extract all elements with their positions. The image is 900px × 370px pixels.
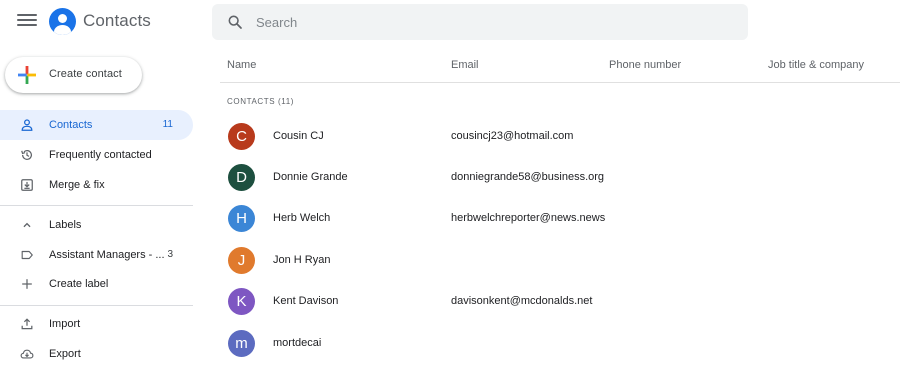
sidebar-item-create-label[interactable]: Create label — [0, 269, 193, 299]
create-contact-button[interactable]: Create contact — [5, 57, 142, 93]
sidebar-item-label: Create label — [49, 278, 109, 290]
table-row[interactable]: m mortdecai — [220, 323, 900, 364]
contact-email: cousincj23@hotmail.com — [451, 130, 574, 142]
avatar: K — [228, 288, 255, 315]
contact-name: Cousin CJ — [273, 130, 324, 142]
table-row[interactable]: H Herb Welch herbwelchreporter@news.news — [220, 198, 900, 239]
contact-email: davisonkent@mcdonalds.net — [451, 295, 593, 307]
table-row[interactable]: J Jon H Ryan — [220, 240, 900, 281]
contact-name: Herb Welch — [273, 212, 331, 224]
sidebar-item-label: Import — [49, 318, 81, 330]
sidebar-item-label: Assistant Managers - ... — [49, 249, 165, 261]
avatar: J — [228, 247, 255, 274]
sidebar-divider — [0, 205, 193, 206]
table-row[interactable]: D Donnie Grande donniegrande58@business.… — [220, 157, 900, 198]
upload-icon — [21, 318, 33, 330]
sidebar-item-label: Labels — [49, 219, 82, 231]
contact-email: herbwelchreporter@news.news — [451, 212, 606, 224]
table-row[interactable]: C Cousin CJ cousincj23@hotmail.com — [220, 116, 900, 157]
avatar: m — [228, 330, 255, 357]
cloud-download-icon — [20, 349, 34, 359]
column-header-phone[interactable]: Phone number — [609, 59, 681, 71]
section-label: CONTACTS (11) — [227, 97, 295, 106]
sidebar-item-labels[interactable]: Labels — [0, 210, 193, 240]
label-count: 3 — [167, 249, 173, 260]
search-icon — [228, 15, 242, 29]
sidebar-item-import[interactable]: Import — [0, 309, 193, 339]
avatar: D — [228, 164, 255, 191]
column-header-job[interactable]: Job title & company — [768, 59, 864, 71]
avatar: C — [228, 123, 255, 150]
merge-fix-icon — [21, 179, 33, 191]
search-input[interactable] — [256, 4, 736, 40]
app-title: Contacts — [83, 11, 151, 30]
label-icon — [21, 250, 33, 260]
contact-name: Donnie Grande — [273, 171, 348, 183]
sidebar-item-frequently-contacted[interactable]: Frequently contacted — [0, 140, 193, 170]
person-icon — [21, 119, 33, 131]
column-header-name[interactable]: Name — [227, 59, 256, 71]
sidebar-item-assistant-managers[interactable]: Assistant Managers - ... 3 — [0, 240, 193, 270]
sidebar-item-merge-fix[interactable]: Merge & fix — [0, 170, 193, 200]
contact-name: Jon H Ryan — [273, 254, 331, 266]
sidebar-item-label: Export — [49, 348, 81, 360]
plus-icon — [18, 66, 36, 84]
chevron-up-icon — [23, 222, 31, 228]
sidebar-item-label: Merge & fix — [49, 179, 105, 191]
sidebar-item-label: Frequently contacted — [49, 149, 152, 161]
contact-email: donniegrande58@business.org — [451, 171, 605, 183]
contacts-count: 11 — [162, 119, 173, 130]
history-icon — [21, 149, 32, 160]
sidebar-item-export[interactable]: Export — [0, 339, 193, 369]
plus-icon — [22, 279, 32, 289]
header-divider — [220, 82, 900, 83]
column-header-email[interactable]: Email — [451, 59, 479, 71]
avatar: H — [228, 205, 255, 232]
search-bar[interactable] — [212, 4, 748, 40]
contact-name: mortdecai — [273, 337, 322, 349]
sidebar-item-contacts[interactable]: Contacts 11 — [0, 110, 193, 140]
sidebar-item-label: Contacts — [49, 119, 93, 131]
create-contact-label: Create contact — [49, 68, 122, 80]
sidebar-divider — [0, 305, 193, 306]
table-row[interactable]: K Kent Davison davisonkent@mcdonalds.net — [220, 281, 900, 322]
main-menu-icon[interactable] — [17, 14, 37, 30]
contacts-logo-icon — [49, 8, 76, 35]
contact-name: Kent Davison — [273, 295, 339, 307]
